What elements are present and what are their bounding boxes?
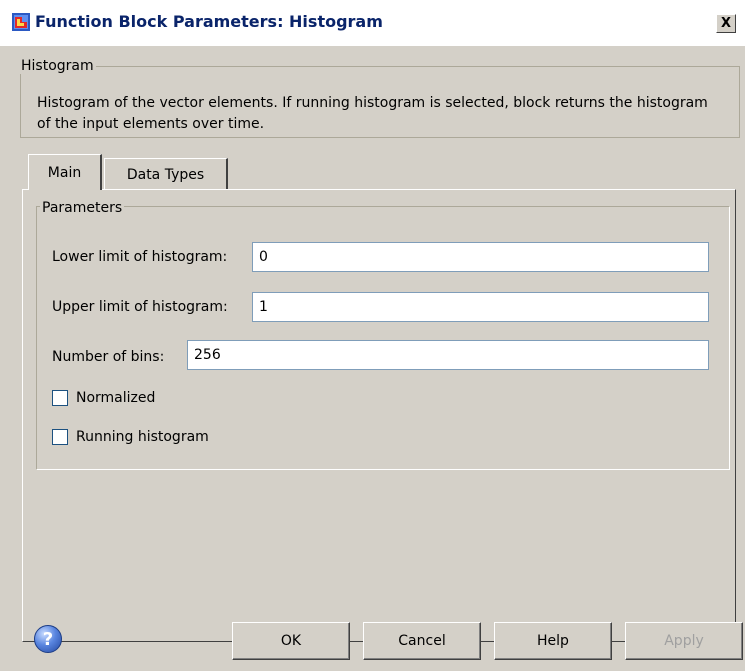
dialog-window: Function Block Parameters: Histogram X H…	[0, 0, 745, 671]
lower-limit-input[interactable]	[252, 242, 709, 272]
tab-data-types-label: Data Types	[126, 166, 205, 183]
cancel-button[interactable]: Cancel	[363, 622, 481, 660]
close-button[interactable]: X	[716, 14, 736, 33]
help-button[interactable]: Help	[494, 622, 612, 660]
num-bins-input[interactable]	[187, 340, 709, 370]
parameters-legend: Parameters	[40, 200, 125, 216]
running-histogram-checkbox[interactable]	[52, 429, 68, 445]
help-icon[interactable]: ?	[34, 625, 62, 653]
description-legend: Histogram	[21, 58, 94, 74]
tab-main-label: Main	[47, 164, 82, 181]
num-bins-label: Number of bins:	[52, 349, 165, 365]
window-title: Function Block Parameters: Histogram	[35, 12, 383, 31]
running-histogram-option[interactable]: Running histogram	[52, 429, 209, 445]
normalized-label: Normalized	[76, 390, 156, 406]
upper-limit-label: Upper limit of histogram:	[52, 299, 228, 315]
simulink-block-icon	[12, 13, 30, 31]
normalized-option[interactable]: Normalized	[52, 390, 155, 406]
running-histogram-label: Running histogram	[76, 429, 209, 445]
title-bar: Function Block Parameters: Histogram X	[0, 0, 745, 46]
dialog-body: Histogram Histogram of the vector elemen…	[0, 46, 745, 671]
tab-data-types[interactable]: Data Types	[104, 158, 228, 190]
description-text: Histogram of the vector elements. If run…	[37, 95, 708, 132]
tab-main[interactable]: Main	[28, 154, 102, 190]
upper-limit-input[interactable]	[252, 292, 709, 322]
ok-button[interactable]: OK	[232, 622, 350, 660]
normalized-checkbox[interactable]	[52, 390, 68, 406]
apply-button[interactable]: Apply	[625, 622, 743, 660]
lower-limit-label: Lower limit of histogram:	[52, 249, 228, 265]
close-icon: X	[720, 16, 732, 31]
